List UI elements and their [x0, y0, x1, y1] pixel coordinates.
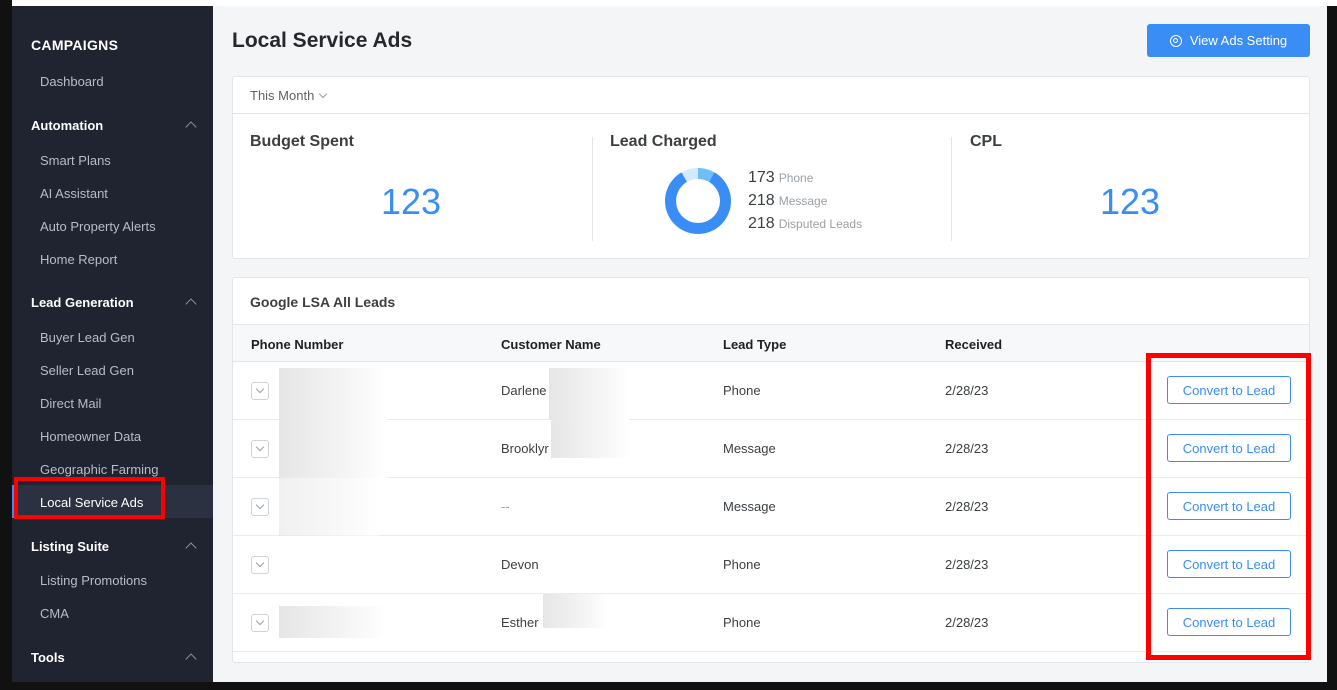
sidebar-section-listing-suite[interactable]: Listing Suite [31, 539, 109, 554]
lead-type: Message [723, 441, 776, 456]
sidebar-item-smart-plans[interactable]: Smart Plans [40, 153, 111, 168]
view-ads-setting-label: View Ads Setting [1189, 33, 1288, 48]
redacted-name [543, 594, 609, 628]
highlight-box-sidebar [14, 477, 165, 519]
column-customer-name[interactable]: Customer Name [501, 337, 601, 352]
divider [592, 137, 593, 241]
legend-message-label: Message [778, 194, 828, 208]
sidebar-section-lead-generation[interactable]: Lead Generation [31, 295, 134, 310]
gear-icon [1169, 34, 1182, 47]
redacted-phone [279, 478, 379, 536]
sidebar-item-auto-property-alerts[interactable]: Auto Property Alerts [40, 219, 156, 234]
sidebar: CAMPAIGNS Dashboard Automation Smart Pla… [12, 6, 213, 682]
sidebar-item-cma[interactable]: CMA [40, 606, 69, 621]
lead-type: Message [723, 499, 776, 514]
expand-row-icon[interactable] [251, 382, 269, 400]
divider [951, 137, 952, 241]
redacted-phone [279, 420, 387, 478]
lead-donut-chart [665, 168, 731, 234]
sidebar-heading: CAMPAIGNS [31, 37, 119, 53]
chevron-up-icon[interactable] [185, 542, 197, 554]
lead-charged-label: Lead Charged [610, 133, 717, 150]
received-date: 2/28/23 [945, 615, 989, 630]
leads-table-title: Google LSA All Leads [250, 294, 396, 310]
expand-row-icon[interactable] [251, 440, 269, 458]
divider [233, 113, 1309, 114]
sidebar-item-geographic-farming[interactable]: Geographic Farming [40, 462, 159, 477]
chevron-up-icon[interactable] [185, 653, 197, 665]
lead-type: Phone [723, 557, 761, 572]
view-ads-setting-button[interactable]: View Ads Setting [1147, 24, 1310, 57]
legend-disputed-value: 218 [748, 215, 775, 232]
summary-card: This Month Budget Spent 123 Lead Charged… [232, 76, 1310, 259]
received-date: 2/28/23 [945, 499, 989, 514]
cpl-value: 123 [1099, 181, 1161, 222]
expand-row-icon[interactable] [251, 498, 269, 516]
legend-disputed-label: Disputed Leads [778, 217, 863, 231]
highlight-box-convert-buttons [1146, 353, 1311, 660]
legend-phone-value: 173 [748, 169, 775, 186]
customer-name: -- [501, 499, 510, 514]
legend-phone: 173 Phone [748, 169, 813, 187]
page-title: Local Service Ads [232, 29, 413, 52]
chevron-up-icon[interactable] [185, 298, 197, 310]
sidebar-item-ai-assistant[interactable]: AI Assistant [40, 186, 108, 201]
legend-message: 218 Message [748, 192, 827, 210]
customer-name: Devon [501, 557, 539, 572]
column-lead-type[interactable]: Lead Type [723, 337, 786, 352]
redacted-phone [279, 368, 387, 420]
sidebar-section-tools[interactable]: Tools [31, 650, 65, 665]
column-received[interactable]: Received [945, 337, 1002, 352]
expand-row-icon[interactable] [251, 614, 269, 632]
cpl-label: CPL [970, 133, 1002, 150]
sidebar-item-buyer-lead-gen[interactable]: Buyer Lead Gen [40, 330, 135, 345]
column-phone-number[interactable]: Phone Number [251, 337, 343, 352]
sidebar-item-seller-lead-gen[interactable]: Seller Lead Gen [40, 363, 134, 378]
sidebar-item-homeowner-data[interactable]: Homeowner Data [40, 429, 141, 444]
received-date: 2/28/23 [945, 383, 989, 398]
customer-name: Darlene [501, 383, 547, 398]
sidebar-item-home-report[interactable]: Home Report [40, 252, 117, 267]
budget-spent-value: 123 [380, 181, 442, 222]
budget-spent-label: Budget Spent [250, 133, 354, 150]
redacted-name [551, 420, 629, 458]
sidebar-section-automation[interactable]: Automation [31, 118, 103, 133]
expand-row-icon[interactable] [251, 556, 269, 574]
sidebar-item-listing-promotions[interactable]: Listing Promotions [40, 573, 147, 588]
customer-name: Brooklyr [501, 441, 549, 456]
lead-type: Phone [723, 615, 761, 630]
legend-disputed: 218 Disputed Leads [748, 215, 862, 233]
customer-name: Esther [501, 615, 539, 630]
lead-type: Phone [723, 383, 761, 398]
period-filter-label: This Month [250, 88, 315, 103]
received-date: 2/28/23 [945, 557, 989, 572]
chevron-down-icon [319, 89, 328, 99]
redacted-phone [279, 606, 387, 638]
chevron-up-icon[interactable] [185, 121, 197, 133]
legend-phone-label: Phone [778, 171, 814, 185]
legend-message-value: 218 [748, 192, 775, 209]
sidebar-item-direct-mail[interactable]: Direct Mail [40, 396, 101, 411]
redacted-name [549, 368, 629, 420]
sidebar-item-dashboard[interactable]: Dashboard [40, 74, 104, 89]
period-filter[interactable]: This Month [250, 88, 328, 103]
received-date: 2/28/23 [945, 441, 989, 456]
